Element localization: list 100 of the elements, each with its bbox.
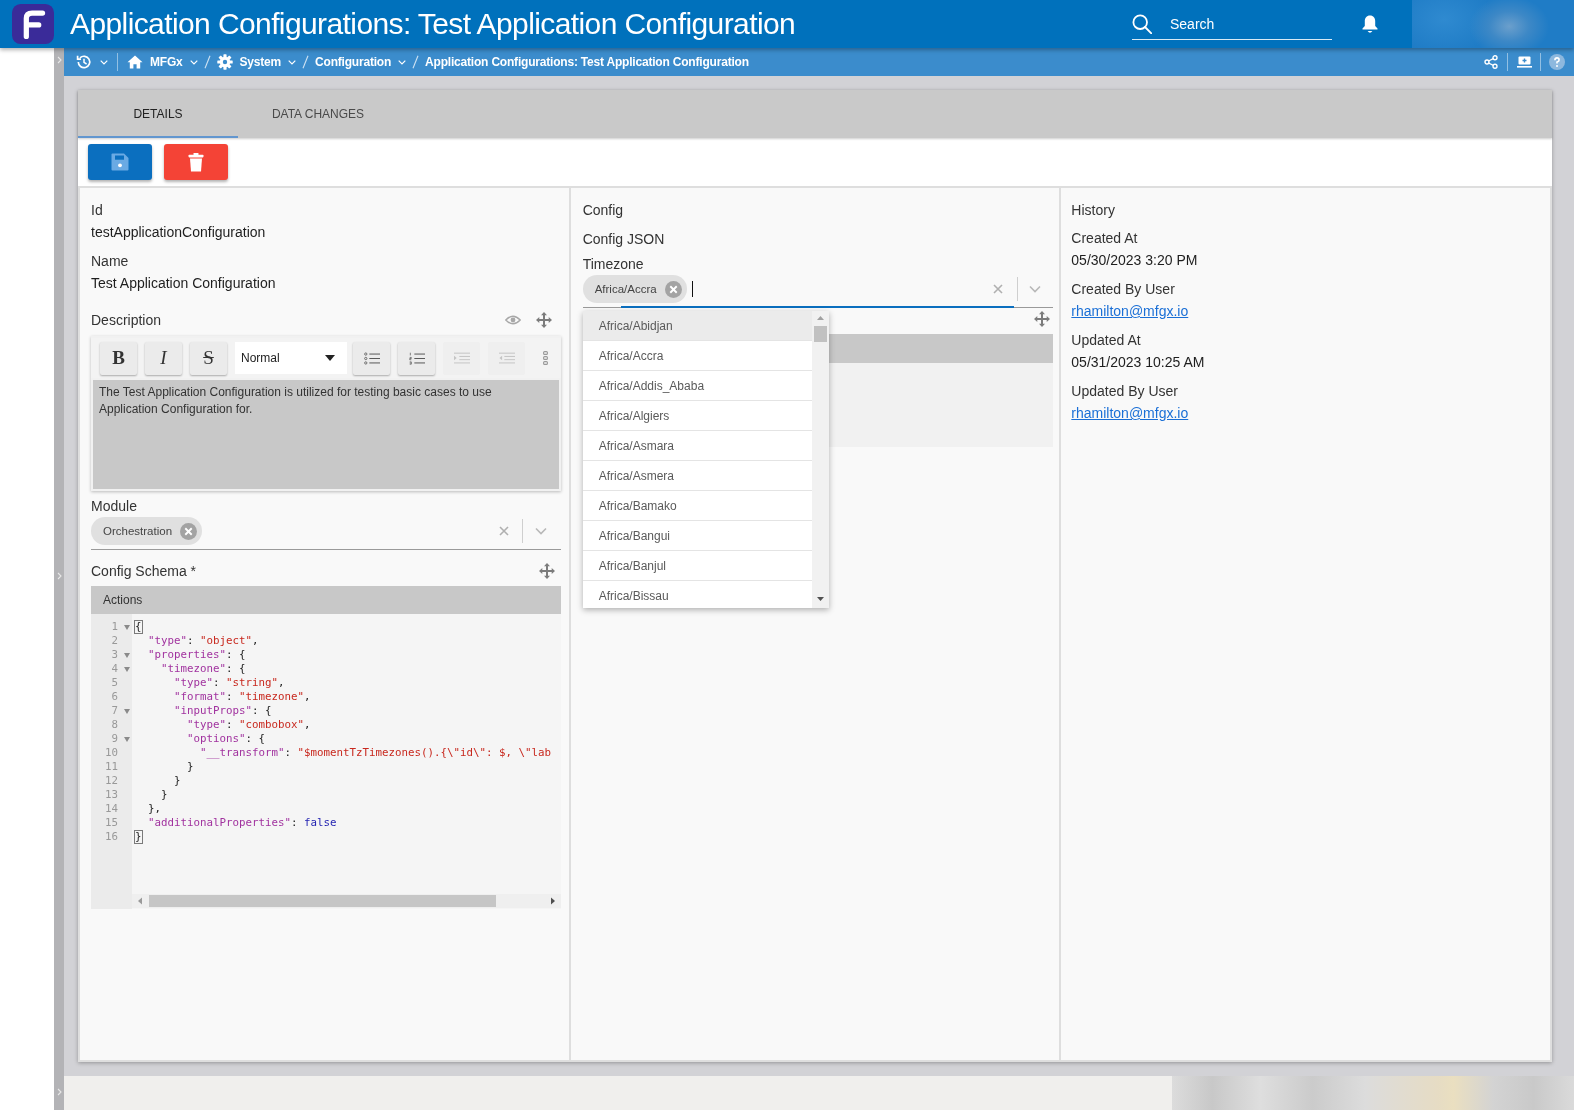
- bulleted-list-button[interactable]: [353, 341, 390, 375]
- line-number: 1: [111, 620, 118, 634]
- code-line: "type": "object",: [147, 634, 260, 648]
- line-number: 3: [111, 648, 118, 662]
- line-number: 15: [105, 816, 118, 830]
- logo-icon[interactable]: [12, 3, 54, 45]
- vertical-scrollbar[interactable]: [811, 311, 829, 608]
- field-label: Updated By User: [1071, 382, 1178, 401]
- remove-icon[interactable]: [664, 280, 682, 298]
- breadcrumb-link[interactable]: MFGx: [127, 54, 198, 70]
- timezone-select[interactable]: Africa/Accra: [582, 275, 1054, 308]
- dropdown-option[interactable]: Africa/Banjul: [582, 551, 812, 581]
- line-number: 8: [111, 718, 118, 732]
- dropdown-option[interactable]: Africa/Algiers: [582, 401, 812, 431]
- actions-menu-button[interactable]: Actions: [103, 593, 143, 607]
- field-label: Config JSON: [582, 230, 665, 249]
- field-value: 05/30/2023 3:20 PM: [1071, 251, 1198, 270]
- history-button[interactable]: [76, 54, 108, 70]
- line-number: 11: [105, 760, 118, 774]
- dropdown-option[interactable]: Africa/Abidjan: [582, 311, 812, 341]
- search-field[interactable]: Search: [1132, 8, 1332, 40]
- field-label: Description: [91, 311, 162, 330]
- vertical-dots-icon: [543, 351, 549, 365]
- delete-button[interactable]: [164, 144, 228, 180]
- line-number: 5: [111, 676, 118, 690]
- dropdown-option[interactable]: Africa/Asmera: [582, 461, 812, 491]
- more-options-button[interactable]: [540, 348, 551, 368]
- fold-triangle-icon[interactable]: [124, 708, 130, 714]
- line-number: 2: [111, 634, 118, 648]
- dropdown-option[interactable]: Africa/Accra: [582, 341, 812, 371]
- chevron-down-icon[interactable]: [1029, 285, 1042, 293]
- strikethrough-button[interactable]: S: [190, 341, 227, 375]
- move-icon[interactable]: [538, 563, 555, 579]
- triangle-down-icon: [325, 355, 335, 361]
- dropdown-option[interactable]: Africa/Addis_Ababa: [582, 371, 812, 401]
- slash-separator-icon: [302, 55, 310, 69]
- chip[interactable]: Africa/Accra: [582, 275, 687, 303]
- code-line: }: [186, 760, 195, 774]
- breadcrumb-link[interactable]: Application Configurations: Test Application Configuration: [425, 55, 749, 69]
- fold-triangle-icon[interactable]: [124, 652, 130, 658]
- help-icon[interactable]: [1549, 54, 1565, 70]
- italic-button[interactable]: I: [145, 341, 182, 375]
- code-line: }: [173, 774, 182, 788]
- line-number: 7: [111, 704, 118, 718]
- fold-triangle-icon[interactable]: [124, 624, 130, 630]
- save-button[interactable]: [88, 144, 152, 180]
- bulleted-list-icon: [363, 351, 380, 365]
- remove-icon[interactable]: [180, 522, 198, 540]
- line-number: 6: [111, 690, 118, 704]
- code-line: "options": {: [186, 732, 267, 746]
- module-select[interactable]: Orchestration: [91, 517, 561, 550]
- home-icon: [127, 54, 143, 70]
- tab[interactable]: DATA CHANGES: [238, 90, 398, 138]
- dropdown-option[interactable]: Africa/Bamako: [582, 491, 812, 521]
- chip[interactable]: Orchestration: [91, 517, 203, 545]
- search-icon: [1132, 14, 1152, 34]
- chevron-right-icon[interactable]: [56, 56, 62, 64]
- clear-icon[interactable]: [993, 284, 1004, 294]
- gear-icon: [216, 54, 233, 70]
- dropdown-option[interactable]: Africa/Bissau: [582, 581, 812, 608]
- move-icon[interactable]: [535, 312, 552, 328]
- chevron-down-icon[interactable]: [534, 527, 547, 535]
- code-line: }: [160, 788, 169, 802]
- section-title: History: [1071, 201, 1115, 220]
- chevron-right-icon[interactable]: [56, 1088, 62, 1096]
- indent-icon: [453, 351, 470, 365]
- chevron-right-icon[interactable]: [56, 572, 62, 580]
- code-line: },: [147, 802, 163, 816]
- user-link[interactable]: rhamilton@mfgx.io: [1071, 405, 1189, 421]
- field-label: Name: [91, 252, 129, 271]
- fold-triangle-icon[interactable]: [124, 736, 130, 742]
- description-input[interactable]: The Test Application Configuration is utilized for testing basic cases to use Application Configuration for.: [93, 380, 559, 489]
- bell-icon[interactable]: [1361, 14, 1379, 34]
- user-link[interactable]: rhamilton@mfgx.io: [1071, 303, 1189, 319]
- field-label: Timezone: [582, 255, 644, 274]
- code-line: "additionalProperties": false: [147, 816, 338, 830]
- code-line: "type": "combobox",: [186, 718, 312, 732]
- line-number: 14: [105, 802, 118, 816]
- dropdown-option[interactable]: Africa/Asmara: [582, 431, 812, 461]
- format-select[interactable]: Normal: [235, 342, 347, 374]
- numbered-list-button[interactable]: [398, 341, 435, 375]
- code-line: "type": "string",: [173, 676, 286, 690]
- eye-icon[interactable]: [504, 314, 521, 326]
- line-number: 9: [111, 732, 118, 746]
- breadcrumb-link[interactable]: Configuration: [315, 55, 407, 69]
- dropdown-option[interactable]: Africa/Bangui: [582, 521, 812, 551]
- fold-triangle-icon[interactable]: [124, 666, 130, 672]
- field-label: Module: [91, 497, 137, 516]
- share-icon[interactable]: [1484, 55, 1498, 69]
- clear-icon[interactable]: [498, 526, 509, 536]
- slash-separator-icon: [412, 55, 420, 69]
- breadcrumb-link[interactable]: System: [216, 54, 297, 70]
- move-icon[interactable]: [1034, 311, 1051, 327]
- field-label: Config Schema *: [91, 562, 197, 581]
- monitor-icon[interactable]: [1517, 56, 1532, 68]
- horizontal-scrollbar[interactable]: [132, 894, 561, 908]
- code-line: {: [134, 620, 143, 634]
- field-value: 05/31/2023 10:25 AM: [1071, 353, 1205, 372]
- bold-button[interactable]: B: [100, 341, 137, 375]
- outdent-icon: [498, 351, 515, 365]
